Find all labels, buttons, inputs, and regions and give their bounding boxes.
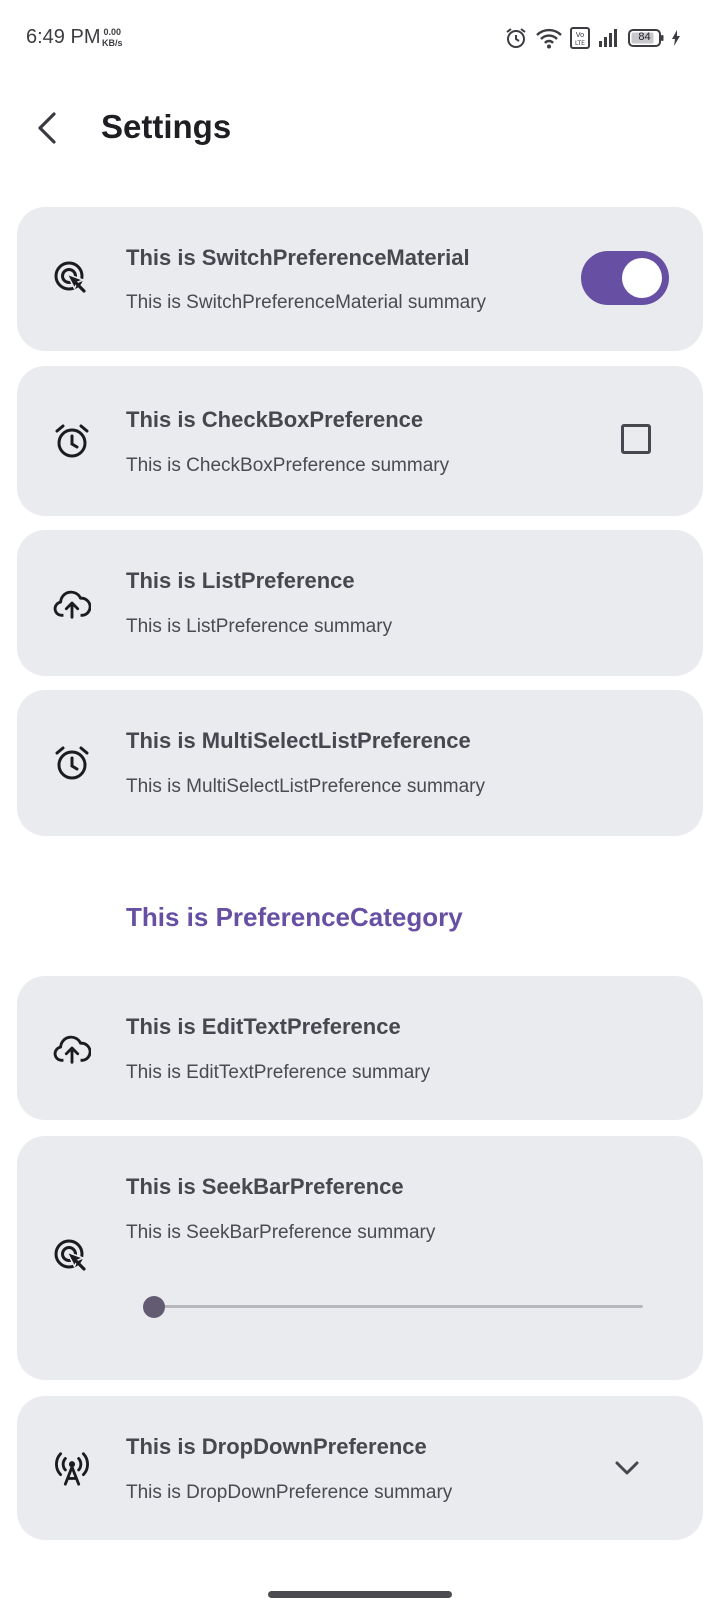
- preference-title: This is MultiSelectListPreference: [126, 728, 471, 753]
- seekbar-track[interactable]: [153, 1305, 643, 1308]
- preference-title: This is EditTextPreference: [126, 1014, 401, 1039]
- svg-text:Vo: Vo: [576, 31, 585, 39]
- preference-summary: This is CheckBoxPreference summary: [126, 455, 450, 476]
- svg-text:LTE: LTE: [575, 40, 585, 47]
- edittext-preference-card[interactable]: This is EditTextPreference This is EditT…: [17, 976, 703, 1120]
- checkbox-preference-card[interactable]: This is CheckBoxPreference This is Check…: [17, 366, 703, 516]
- battery-icon: 84: [628, 28, 664, 48]
- seekbar-preference-card[interactable]: This is SeekBarPreference This is SeekBa…: [17, 1136, 703, 1380]
- alarm-clock-icon: [53, 422, 91, 460]
- alarm-clock-icon: [53, 744, 91, 782]
- alarm-icon: [504, 26, 528, 50]
- app-bar: Settings: [0, 96, 720, 168]
- status-icons: Vo LTE 84: [504, 24, 680, 52]
- status-time: 6:49 PM: [26, 26, 101, 48]
- touch-click-icon: [53, 1238, 91, 1276]
- switch-preference-card[interactable]: This is SwitchPreferenceMaterial This is…: [17, 207, 703, 351]
- preference-summary: This is DropDownPreference summary: [126, 1482, 453, 1503]
- preference-title: This is SwitchPreferenceMaterial: [126, 245, 470, 270]
- network-speed-value: 0.00: [103, 27, 122, 37]
- preference-summary: This is EditTextPreference summary: [126, 1062, 431, 1083]
- checkbox[interactable]: [621, 424, 651, 454]
- signal-icon: [598, 28, 620, 48]
- seekbar-thumb[interactable]: [143, 1296, 165, 1318]
- chevron-down-icon[interactable]: [611, 1452, 643, 1484]
- preference-summary: This is MultiSelectListPreference summar…: [126, 776, 485, 797]
- preference-title: This is SeekBarPreference: [126, 1174, 404, 1199]
- list-preference-card[interactable]: This is ListPreference This is ListPrefe…: [17, 530, 703, 676]
- multiselect-list-preference-card[interactable]: This is MultiSelectListPreference This i…: [17, 690, 703, 836]
- network-speed: 0.00 KB/s: [102, 27, 123, 49]
- preference-title: This is CheckBoxPreference: [126, 407, 424, 432]
- wifi-icon: [536, 27, 562, 49]
- preference-summary: This is SeekBarPreference summary: [126, 1222, 436, 1243]
- switch-toggle[interactable]: [581, 251, 669, 305]
- home-indicator[interactable]: [268, 1591, 452, 1598]
- switch-knob: [622, 258, 662, 298]
- touch-click-icon: [53, 260, 91, 298]
- network-speed-unit: KB/s: [102, 38, 123, 48]
- preference-title: This is ListPreference: [126, 568, 355, 593]
- cloud-upload-icon: [53, 1029, 91, 1067]
- volte-icon: Vo LTE: [570, 27, 590, 49]
- dropdown-preference-card[interactable]: This is DropDownPreference This is DropD…: [17, 1396, 703, 1540]
- cloud-upload-icon: [53, 584, 91, 622]
- preference-summary: This is SwitchPreferenceMaterial summary: [126, 292, 487, 313]
- preference-summary: This is ListPreference summary: [126, 616, 393, 637]
- arrow-back-icon[interactable]: [24, 104, 72, 152]
- antenna-icon: [53, 1449, 91, 1487]
- preference-category-title: This is PreferenceCategory: [126, 902, 463, 932]
- preference-title: This is DropDownPreference: [126, 1434, 427, 1459]
- status-bar: 6:49 PM 0.00 KB/s Vo LTE 84: [0, 0, 720, 76]
- charging-icon: [672, 30, 680, 46]
- battery-level: 84: [638, 31, 651, 43]
- page-title: Settings: [101, 108, 232, 145]
